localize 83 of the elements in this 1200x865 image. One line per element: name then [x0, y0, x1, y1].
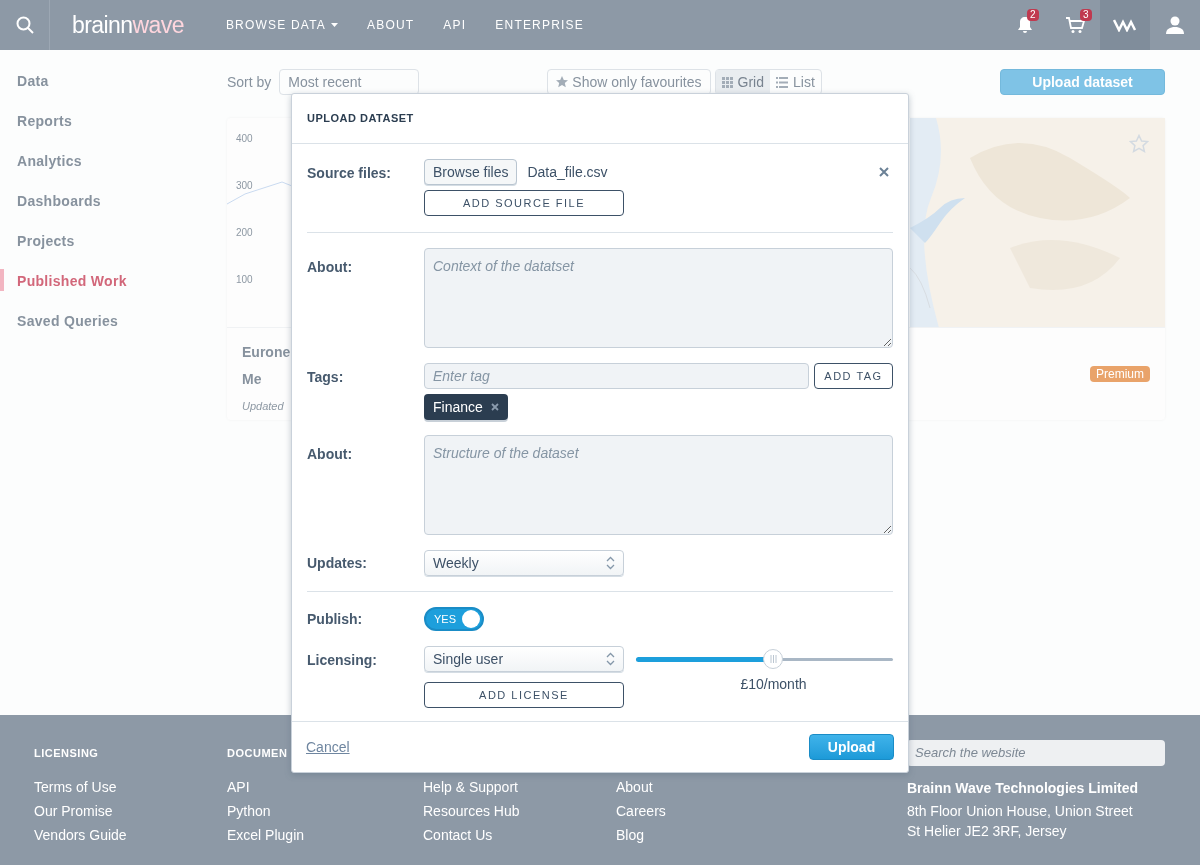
- footer-link[interactable]: Resources Hub: [423, 799, 520, 823]
- footer-heading: LICENSING: [34, 746, 99, 761]
- price-reading: £10/month: [740, 675, 807, 694]
- footer-link[interactable]: Careers: [616, 799, 666, 823]
- user-icon[interactable]: [1166, 16, 1184, 34]
- add-tag-button[interactable]: ADD TAG: [814, 363, 893, 389]
- browse-files-button[interactable]: Browse files: [424, 159, 518, 185]
- remove-icon[interactable]: [490, 403, 499, 411]
- logo[interactable]: brainnwave: [72, 7, 184, 43]
- footer-heading: DOCUMEN: [227, 746, 288, 761]
- footer-link[interactable]: About: [616, 775, 653, 799]
- add-source-file-button[interactable]: ADD SOURCE FILE: [424, 190, 624, 216]
- address-line: 8th Floor Union House, Union Street: [907, 802, 1133, 821]
- footer-link[interactable]: Terms of Use: [34, 775, 117, 799]
- tag-chip[interactable]: Finance: [424, 394, 508, 420]
- grid-icon: [721, 76, 733, 88]
- search-icon[interactable]: [15, 16, 34, 34]
- updated-text: Updated: [242, 399, 284, 414]
- dialog-title: UPLOAD DATASET: [307, 111, 414, 127]
- view-toggle[interactable]: Grid: [715, 70, 770, 94]
- field-label: About:: [307, 258, 354, 277]
- wave-mark-icon: [1113, 18, 1137, 32]
- updates-select[interactable]: Weekly: [424, 550, 624, 576]
- axis-label: 300: [236, 179, 253, 193]
- nav-link[interactable]: API: [443, 16, 467, 34]
- footer-link[interactable]: Python: [227, 799, 271, 823]
- footer-link[interactable]: Contact Us: [423, 823, 493, 847]
- nav-link[interactable]: ABOUT: [367, 16, 415, 34]
- licensing-select[interactable]: Single user: [424, 646, 624, 672]
- publish-toggle[interactable]: YES: [424, 607, 484, 631]
- selection-indicator: [0, 269, 4, 291]
- list-icon: [776, 76, 788, 88]
- footer-link[interactable]: Vendors Guide: [34, 823, 127, 847]
- add-license-button[interactable]: ADD LICENSE: [424, 682, 624, 708]
- nav-link[interactable]: ENTERPRISE: [495, 16, 584, 34]
- footer-link[interactable]: Blog: [616, 823, 645, 847]
- sidebar-item[interactable]: Analytics: [17, 151, 82, 172]
- cancel-link[interactable]: Cancel: [306, 736, 350, 758]
- field-label: Publish:: [307, 609, 364, 629]
- context-text-area[interactable]: Context of the datatset: [424, 248, 893, 348]
- axis-label: 100: [236, 273, 253, 287]
- upload-dataset-button[interactable]: Upload dataset: [1000, 69, 1165, 95]
- axis-label: 400: [236, 132, 253, 146]
- notification-badge: 2: [1027, 9, 1039, 21]
- sidebar-item[interactable]: Projects: [17, 231, 75, 252]
- star-icon[interactable]: [1129, 134, 1149, 154]
- footer-link[interactable]: API: [227, 775, 250, 799]
- view-toggle[interactable]: List: [770, 70, 821, 94]
- sidebar-item[interactable]: Dashboards: [17, 191, 101, 212]
- upload-button[interactable]: Upload: [809, 734, 894, 760]
- cart-icon[interactable]: [1065, 16, 1085, 34]
- updown-caret-icon: [606, 652, 615, 666]
- updown-caret-icon: [606, 556, 615, 570]
- field-label: About:: [307, 445, 354, 464]
- address-line: St Helier JE2 3RF, Jersey: [907, 822, 1067, 841]
- field-label: Licensing:: [307, 651, 378, 670]
- bell-icon[interactable]: [1017, 16, 1033, 34]
- file-name: Data_file.csv: [527, 162, 608, 182]
- sidebar-item[interactable]: Saved Queries: [17, 311, 119, 332]
- structure-text-area[interactable]: Structure of the dataset: [424, 435, 893, 535]
- footer-link[interactable]: Excel Plugin: [227, 823, 305, 847]
- tag-input-field[interactable]: Enter tag: [424, 363, 809, 389]
- card-title: Eurone: [242, 343, 291, 362]
- nav-link[interactable]: BROWSE DATA: [225, 16, 338, 34]
- cart-badge: 3: [1080, 9, 1092, 21]
- sidebar-item[interactable]: Data: [17, 71, 49, 92]
- card-subtitle: Me: [242, 370, 262, 389]
- company-name: Brainn Wave Technologies Limited: [907, 779, 1139, 798]
- field-label: Source files:: [307, 164, 393, 183]
- field-label: Tags:: [307, 368, 345, 387]
- brand-mark-button[interactable]: [1100, 0, 1150, 50]
- premium-tag: Premium: [1090, 366, 1150, 382]
- close-icon[interactable]: [879, 167, 889, 177]
- axis-label: 200: [236, 226, 253, 240]
- footer-link[interactable]: Our Promise: [34, 799, 113, 823]
- slider-handle[interactable]: [763, 649, 784, 669]
- sort-label: Sort by: [227, 72, 272, 92]
- footer-link[interactable]: Help & Support: [423, 775, 518, 799]
- sidebar-item[interactable]: Reports: [17, 111, 72, 132]
- search-field[interactable]: Search the website: [907, 740, 1165, 766]
- star-icon: [556, 76, 569, 88]
- sidebar-item[interactable]: Published Work: [17, 271, 127, 292]
- field-label: Updates:: [307, 553, 368, 573]
